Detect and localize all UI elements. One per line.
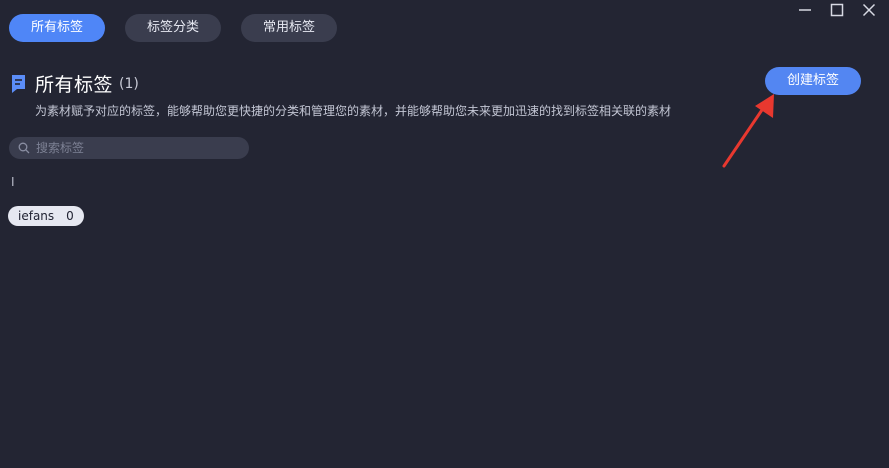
search-icon: [18, 142, 30, 154]
tag-manager-window: 所有标签 标签分类 常用标签 所有标签 (1) 为素材赋予对应的标签，能够帮助您…: [0, 0, 889, 468]
tag-count: (1): [119, 75, 139, 92]
tag-list-icon: [12, 74, 25, 93]
page-title: 所有标签: [35, 74, 114, 96]
close-icon: [862, 3, 876, 17]
maximize-button[interactable]: [827, 2, 847, 18]
tag-usage-count: 0: [66, 209, 74, 223]
tab-tag-categories[interactable]: 标签分类: [125, 14, 221, 42]
window-controls: [795, 2, 879, 18]
group-letter-heading: I: [11, 175, 15, 189]
close-button[interactable]: [859, 2, 879, 18]
page-header: 所有标签 (1): [10, 70, 139, 97]
search-box: [9, 137, 249, 159]
tab-common-tags[interactable]: 常用标签: [241, 14, 337, 42]
tag-name: iefans: [18, 209, 55, 223]
page-description: 为素材赋予对应的标签，能够帮助您更快捷的分类和管理您的素材，并能够帮助您未来更加…: [35, 104, 672, 118]
search-input[interactable]: [36, 141, 226, 155]
maximize-icon: [830, 3, 844, 17]
tab-all-tags[interactable]: 所有标签: [9, 14, 105, 42]
minimize-icon: [799, 9, 811, 11]
top-tabs: 所有标签 标签分类 常用标签: [9, 14, 337, 42]
annotation-arrow-icon: [722, 94, 774, 168]
minimize-button[interactable]: [795, 2, 815, 18]
tag-chip[interactable]: iefans 0: [8, 206, 84, 226]
